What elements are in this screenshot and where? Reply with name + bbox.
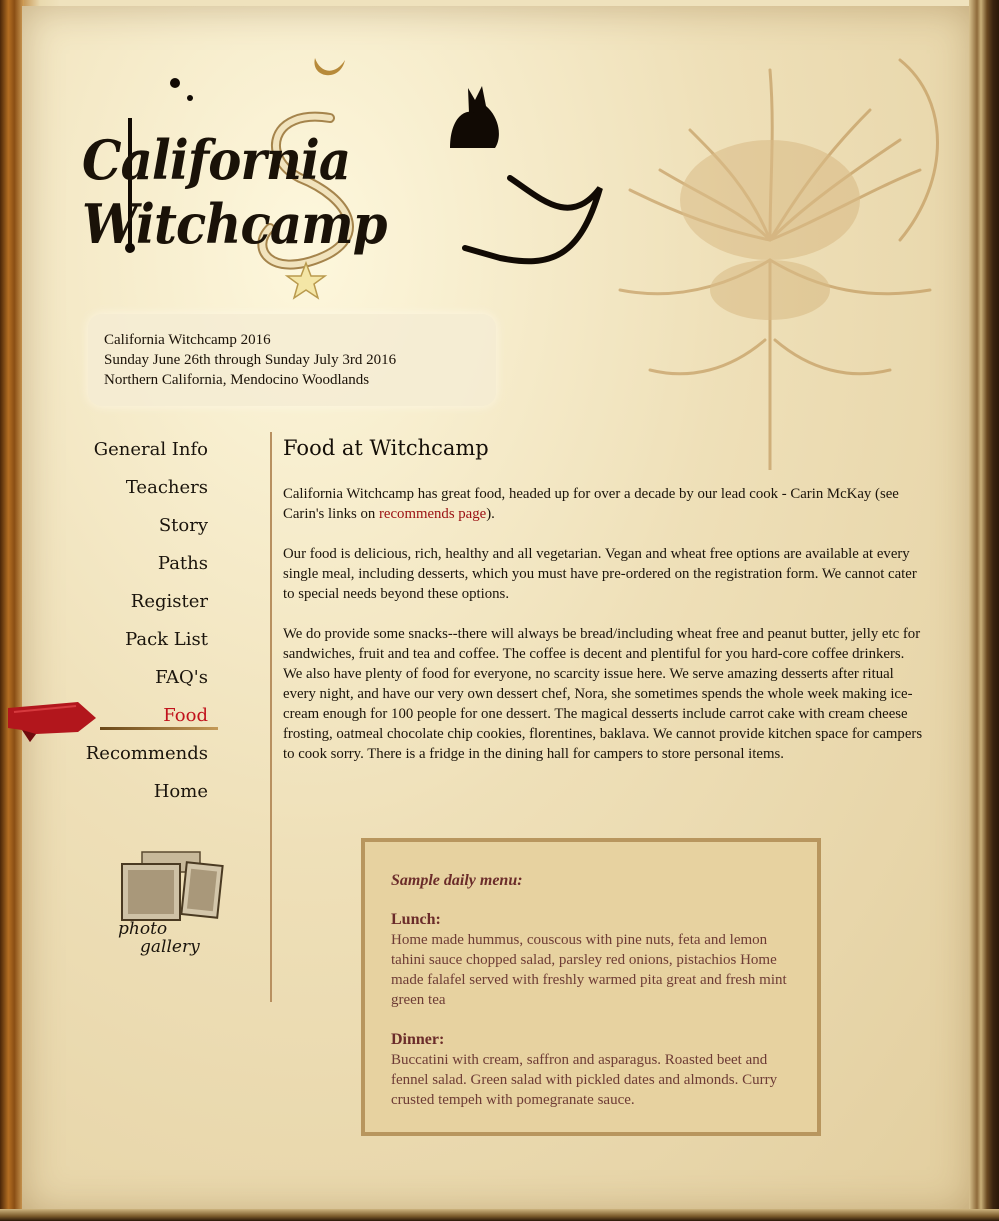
- page-edge-right: [969, 0, 999, 1221]
- nav-item-general-info[interactable]: General Info: [60, 436, 210, 474]
- event-info-banner: California Witchcamp 2016 Sunday June 26…: [88, 314, 496, 406]
- intro-paragraph: California Witchcamp has great food, hea…: [283, 484, 923, 524]
- nav-item-home[interactable]: Home: [60, 778, 210, 816]
- event-title: California Witchcamp 2016: [104, 332, 271, 348]
- photo-gallery-label-line1: photo: [118, 919, 168, 939]
- page-edge-bottom: [0, 1209, 999, 1221]
- dinner-title: Dinner:: [391, 1031, 445, 1048]
- site-logo[interactable]: California Witchcamp: [70, 48, 630, 308]
- sample-menu-box: Sample daily menu: Lunch: Home made humm…: [361, 838, 821, 1136]
- nav-divider: [270, 432, 272, 1002]
- nav-item-register[interactable]: Register: [60, 588, 210, 626]
- nav-item-faqs[interactable]: FAQ's: [60, 664, 210, 702]
- food-description-paragraph: Our food is delicious, rich, healthy and…: [283, 546, 917, 602]
- dinner-text: Buccatini with cream, saffron and aspara…: [391, 1052, 778, 1108]
- sidebar-nav: General Info Teachers Story Paths Regist…: [60, 436, 210, 816]
- nav-item-pack-list[interactable]: Pack List: [60, 626, 210, 664]
- photo-gallery-label-line2: gallery: [140, 937, 200, 957]
- main-content: Food at Witchcamp California Witchcamp h…: [283, 434, 923, 784]
- intro-text: California Witchcamp has great food, hea…: [283, 486, 899, 522]
- nav-item-paths[interactable]: Paths: [60, 550, 210, 588]
- nav-item-recommends[interactable]: Recommends: [60, 740, 210, 778]
- photo-frames-icon: [121, 851, 224, 921]
- menu-heading: Sample daily menu:: [391, 872, 523, 889]
- photo-gallery-link[interactable]: photo gallery: [116, 850, 226, 965]
- snacks-paragraph: We do provide some snacks--there will al…: [283, 626, 923, 762]
- nav-item-food[interactable]: Food: [60, 702, 210, 740]
- event-dates: Sunday June 26th through Sunday July 3rd…: [104, 352, 397, 368]
- lunch-text: Home made hummus, couscous with pine nut…: [391, 932, 787, 1008]
- page-title: Food at Witchcamp: [283, 436, 489, 460]
- lunch-title: Lunch:: [391, 911, 441, 928]
- event-location: Northern California, Mendocino Woodlands: [104, 372, 370, 388]
- nav-item-teachers[interactable]: Teachers: [60, 474, 210, 512]
- recommends-page-link[interactable]: recommends page: [379, 506, 486, 522]
- photo-gallery-label: photo gallery: [116, 920, 226, 956]
- thistle-illustration: [618, 58, 939, 470]
- book-spine: [0, 0, 24, 1221]
- intro-text-end: ).: [486, 506, 495, 522]
- logo-text: California Witchcamp: [82, 128, 387, 256]
- nav-item-story[interactable]: Story: [60, 512, 210, 550]
